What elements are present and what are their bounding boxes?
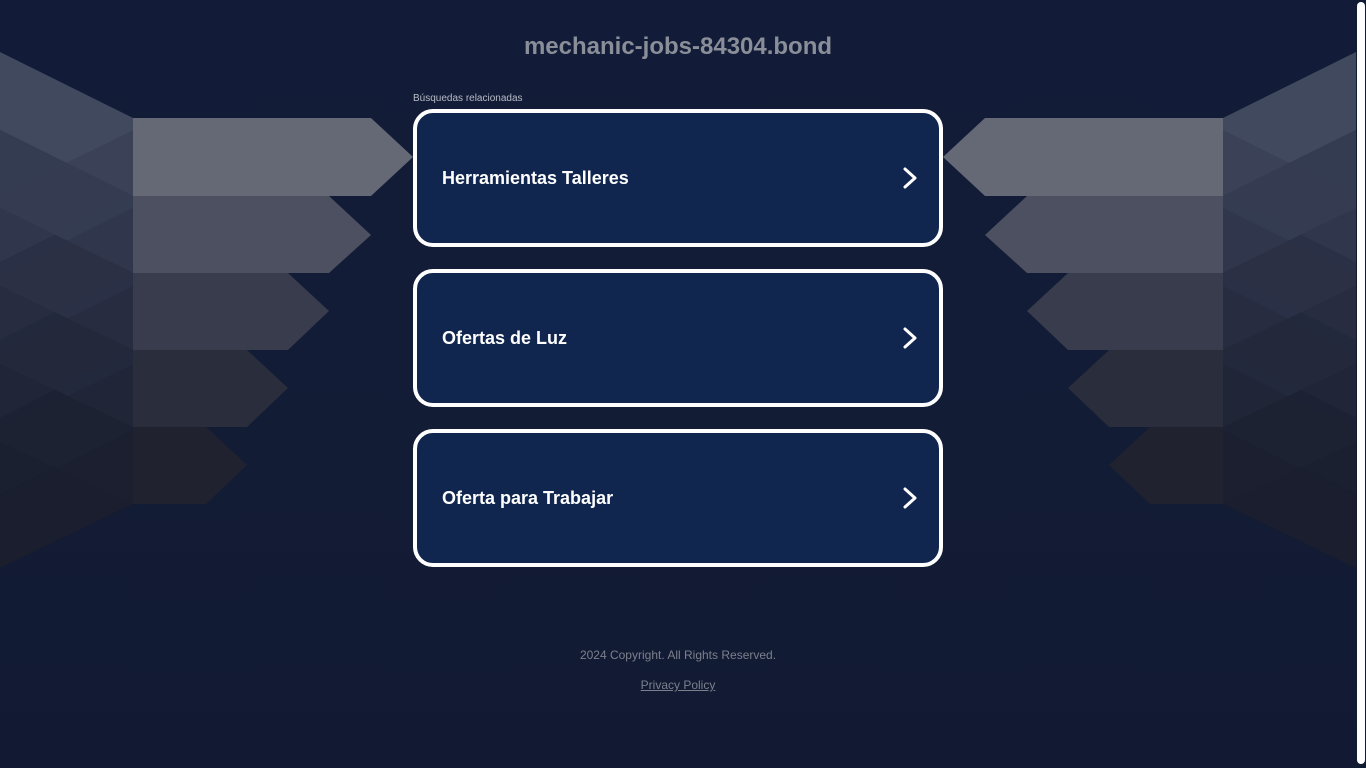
related-link-label: Herramientas Talleres: [442, 167, 629, 188]
privacy-policy-link[interactable]: Privacy Policy: [641, 678, 716, 692]
related-link-label: Ofertas de Luz: [442, 327, 568, 348]
scrollbar-thumb[interactable]: [1357, 2, 1365, 764]
related-link-herramientas-talleres[interactable]: Herramientas Talleres: [413, 109, 943, 247]
footer-privacy-container: Privacy Policy: [0, 678, 1356, 693]
chevron-right-icon: [903, 167, 917, 189]
related-searches-label: Búsquedas relacionadas: [413, 93, 523, 104]
chevron-right-icon: [903, 327, 917, 349]
related-link-label: Oferta para Trabajar: [442, 487, 614, 508]
vertical-scrollbar[interactable]: [1356, 0, 1366, 768]
footer-copyright: 2024 Copyright. All Rights Reserved.: [579, 648, 777, 662]
site-title: mechanic-jobs-84304.bond: [523, 33, 833, 60]
chevron-right-icon: [903, 487, 917, 509]
parked-domain-page: mechanic-jobs-84304.bond Búsquedas relac…: [0, 0, 1366, 768]
related-link-ofertas-de-luz[interactable]: Ofertas de Luz: [413, 269, 943, 407]
related-link-oferta-para-trabajar[interactable]: Oferta para Trabajar: [413, 429, 943, 567]
